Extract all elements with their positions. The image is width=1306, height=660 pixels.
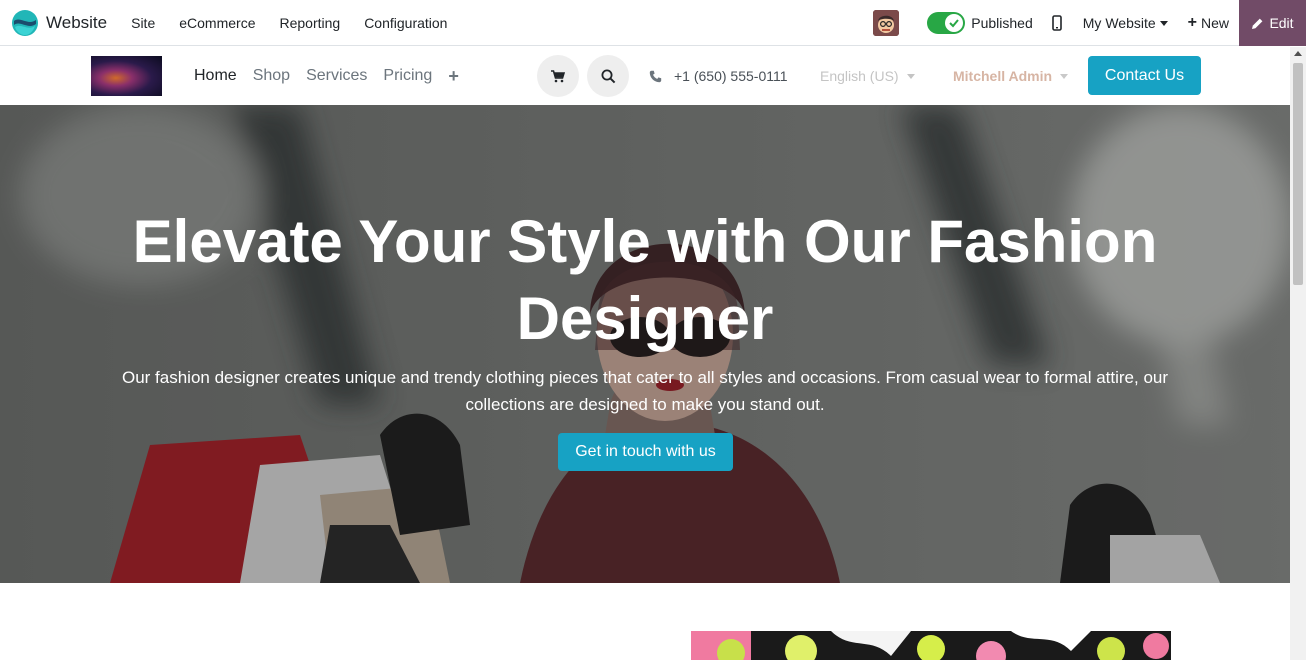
site-logo[interactable]: [91, 56, 162, 96]
user-name: Mitchell Admin: [953, 68, 1053, 84]
cart-button[interactable]: [537, 55, 579, 97]
language-selector[interactable]: English (US): [820, 47, 915, 105]
get-in-touch-button[interactable]: Get in touch with us: [558, 433, 733, 471]
pencil-icon: [1252, 18, 1263, 29]
published-label: Published: [971, 15, 1033, 31]
app-brand[interactable]: Website: [12, 0, 107, 46]
scrollbar-thumb[interactable]: [1293, 63, 1303, 285]
admin-bar: Website Site eCommerce Reporting Configu…: [0, 0, 1306, 46]
phone-number: +1 (650) 555-0111: [674, 68, 788, 84]
check-icon: [945, 14, 964, 32]
menu-site[interactable]: Site: [119, 0, 167, 46]
new-label: New: [1200, 15, 1229, 31]
search-icon: [601, 69, 615, 83]
my-website-label: My Website: [1082, 15, 1156, 31]
user-menu[interactable]: Mitchell Admin: [953, 47, 1069, 105]
new-button[interactable]: + New: [1188, 14, 1229, 32]
edit-button[interactable]: Edit: [1239, 0, 1306, 46]
my-website-dropdown[interactable]: My Website: [1083, 15, 1168, 31]
mobile-icon[interactable]: [1051, 15, 1063, 31]
edit-label: Edit: [1269, 15, 1294, 31]
contact-us-button[interactable]: Contact Us: [1088, 56, 1201, 95]
scroll-up-arrow-icon[interactable]: [1294, 51, 1302, 56]
menu-reporting[interactable]: Reporting: [267, 0, 352, 46]
hero-title: Elevate Your Style with Our Fashion Desi…: [132, 208, 1158, 352]
shopping-cart-icon: [551, 69, 565, 82]
admin-actions: Published My Website + New Edit: [873, 0, 1306, 46]
app-title: Website: [46, 12, 108, 32]
user-avatar[interactable]: [873, 10, 900, 36]
site-nav: Home Shop Services Pricing +: [186, 47, 467, 105]
site-header: Home Shop Services Pricing + +1 (650) 55…: [0, 47, 1290, 105]
hero-section: Elevate Your Style with Our Fashion Desi…: [0, 105, 1290, 583]
phone-icon: [649, 70, 662, 82]
published-toggle[interactable]: [927, 12, 966, 34]
admin-menu: Site eCommerce Reporting Configuration: [119, 0, 459, 46]
nav-pricing[interactable]: Pricing: [375, 67, 440, 85]
menu-configuration[interactable]: Configuration: [352, 0, 459, 46]
nav-shop[interactable]: Shop: [245, 67, 298, 85]
add-menu-plus-icon[interactable]: +: [440, 66, 467, 87]
website-app-icon: [12, 9, 38, 36]
phone-contact[interactable]: +1 (650) 555-0111: [649, 47, 788, 105]
chevron-down-icon: [906, 73, 915, 79]
search-button[interactable]: [587, 55, 629, 97]
chevron-down-icon: [1060, 73, 1069, 79]
page-scrollbar[interactable]: [1290, 47, 1306, 660]
nav-services[interactable]: Services: [298, 67, 375, 85]
content-image: [691, 631, 1171, 660]
hero-description: Our fashion designer creates unique and …: [121, 368, 1169, 414]
nav-home[interactable]: Home: [186, 67, 245, 85]
chevron-down-icon: [1159, 20, 1168, 26]
language-label: English (US): [820, 68, 899, 84]
plus-icon: +: [1187, 14, 1197, 31]
menu-ecommerce[interactable]: eCommerce: [167, 0, 267, 46]
